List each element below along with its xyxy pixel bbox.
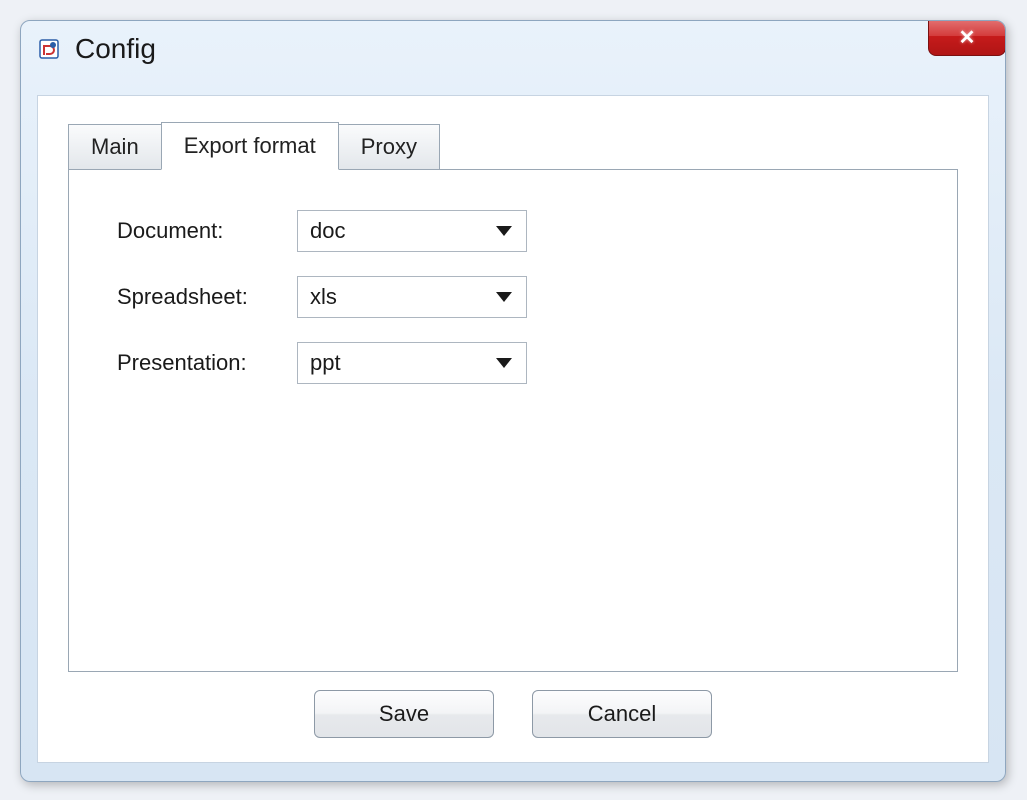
- tab-proxy[interactable]: Proxy: [338, 124, 440, 170]
- presentation-value: ppt: [310, 350, 341, 376]
- tab-export-format[interactable]: Export format: [161, 122, 339, 170]
- titlebar: Config ✕: [21, 21, 1005, 77]
- save-button[interactable]: Save: [314, 690, 494, 738]
- close-button[interactable]: ✕: [928, 20, 1006, 56]
- save-button-label: Save: [379, 701, 429, 727]
- row-presentation: Presentation: ppt: [117, 342, 909, 384]
- tab-strip: Main Export format Proxy: [68, 124, 439, 172]
- chevron-down-icon: [496, 226, 512, 236]
- config-dialog: Config ✕ Main Export format Proxy Docume…: [20, 20, 1006, 782]
- tab-main[interactable]: Main: [68, 124, 162, 170]
- export-format-panel: Document: doc Spreadsheet: xls Presentat…: [68, 169, 958, 672]
- tab-proxy-label: Proxy: [361, 134, 417, 160]
- client-area: Main Export format Proxy Document: doc S…: [37, 95, 989, 763]
- spreadsheet-label: Spreadsheet:: [117, 284, 297, 310]
- tab-export-format-label: Export format: [184, 133, 316, 159]
- tab-main-label: Main: [91, 134, 139, 160]
- window-title: Config: [75, 33, 156, 65]
- chevron-down-icon: [496, 292, 512, 302]
- document-value: doc: [310, 218, 345, 244]
- app-icon: [37, 37, 61, 61]
- cancel-button[interactable]: Cancel: [532, 690, 712, 738]
- document-combobox[interactable]: doc: [297, 210, 527, 252]
- cancel-button-label: Cancel: [588, 701, 656, 727]
- presentation-combobox[interactable]: ppt: [297, 342, 527, 384]
- document-label: Document:: [117, 218, 297, 244]
- chevron-down-icon: [496, 358, 512, 368]
- row-spreadsheet: Spreadsheet: xls: [117, 276, 909, 318]
- dialog-buttons: Save Cancel: [38, 690, 988, 738]
- spreadsheet-combobox[interactable]: xls: [297, 276, 527, 318]
- close-icon: ✕: [959, 25, 976, 50]
- spreadsheet-value: xls: [310, 284, 337, 310]
- presentation-label: Presentation:: [117, 350, 297, 376]
- row-document: Document: doc: [117, 210, 909, 252]
